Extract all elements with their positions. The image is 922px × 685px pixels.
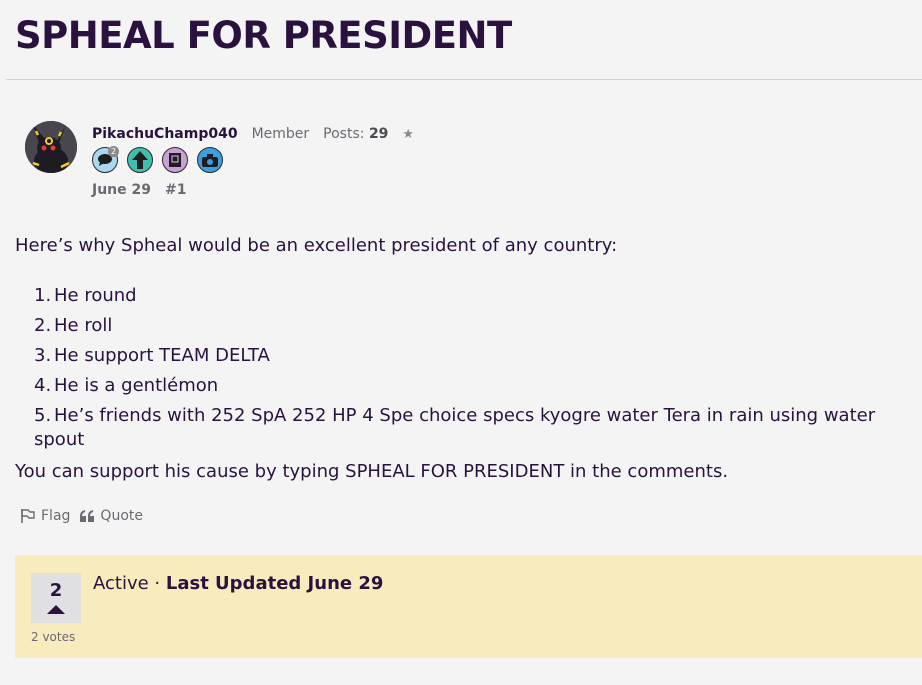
posts-count: 29 xyxy=(368,126,389,142)
post-actions: Flag Quote xyxy=(20,508,143,524)
post-date-row: June 29 #1 xyxy=(92,182,186,198)
flag-icon xyxy=(21,509,35,523)
speech-bubble-badge[interactable]: 2 xyxy=(92,146,119,173)
vote-count: 2 xyxy=(49,580,63,601)
quote-button[interactable]: Quote xyxy=(80,508,143,524)
camera-badge[interactable] xyxy=(197,147,223,173)
notebook-icon xyxy=(169,153,181,167)
upvote-arrow-icon xyxy=(47,605,65,614)
author-role: Member xyxy=(251,126,310,142)
notebook-badge[interactable] xyxy=(162,147,188,173)
badge-count: 2 xyxy=(108,146,119,157)
last-updated: Last Updated June 29 xyxy=(165,573,384,594)
reasons-list: 1. He round 2. He roll 3. He support TEAM D… xyxy=(34,284,915,450)
post-date[interactable]: June 29 xyxy=(92,182,151,198)
umbreon-avatar-icon xyxy=(25,121,77,173)
quote-label: Quote xyxy=(100,508,143,524)
post-body: Here’s why Spheal would be an excellent … xyxy=(15,234,915,510)
badge-row: 2 xyxy=(92,146,223,173)
camera-icon xyxy=(202,153,218,167)
author-username[interactable]: PikachuChamp040 xyxy=(92,126,238,142)
list-item: 4. He is a gentlémon xyxy=(34,375,219,396)
posts-label: Posts: xyxy=(323,126,365,142)
quote-icon xyxy=(80,510,95,522)
list-item: 5. He’s friends with 252 SpA 252 HP 4 Spe… xyxy=(34,405,876,450)
title-divider xyxy=(6,79,922,80)
post-meta: PikachuChamp040 Member Posts: 29 ★ xyxy=(92,126,414,142)
topic-status-box: 2 2 votes Active · Last Updated June 29 xyxy=(15,555,922,658)
page-title: SPHEAL FOR PRESIDENT xyxy=(15,14,512,57)
author-post-count: Posts: 29 xyxy=(323,126,388,142)
up-arrow-badge[interactable] xyxy=(127,147,153,173)
avatar[interactable] xyxy=(25,121,77,173)
list-item: 1. He round xyxy=(34,285,137,306)
post-intro: Here’s why Spheal would be an excellent … xyxy=(15,235,618,256)
list-item: 3. He support TEAM DELTA xyxy=(34,345,270,366)
status-line: Active · Last Updated June 29 xyxy=(93,573,383,594)
topic-state: Active xyxy=(93,573,149,594)
flag-button[interactable]: Flag xyxy=(20,508,70,524)
post-outro: You can support his cause by typing SPHE… xyxy=(15,461,729,482)
flag-label: Flag xyxy=(41,508,71,524)
status-separator: · xyxy=(148,573,166,594)
star-icon: ★ xyxy=(402,127,415,142)
up-arrow-icon xyxy=(132,151,148,169)
list-item: 2. He roll xyxy=(34,315,113,336)
post-number[interactable]: #1 xyxy=(165,182,186,198)
votes-label: 2 votes xyxy=(31,630,76,644)
upvote-button[interactable]: 2 xyxy=(31,573,81,623)
